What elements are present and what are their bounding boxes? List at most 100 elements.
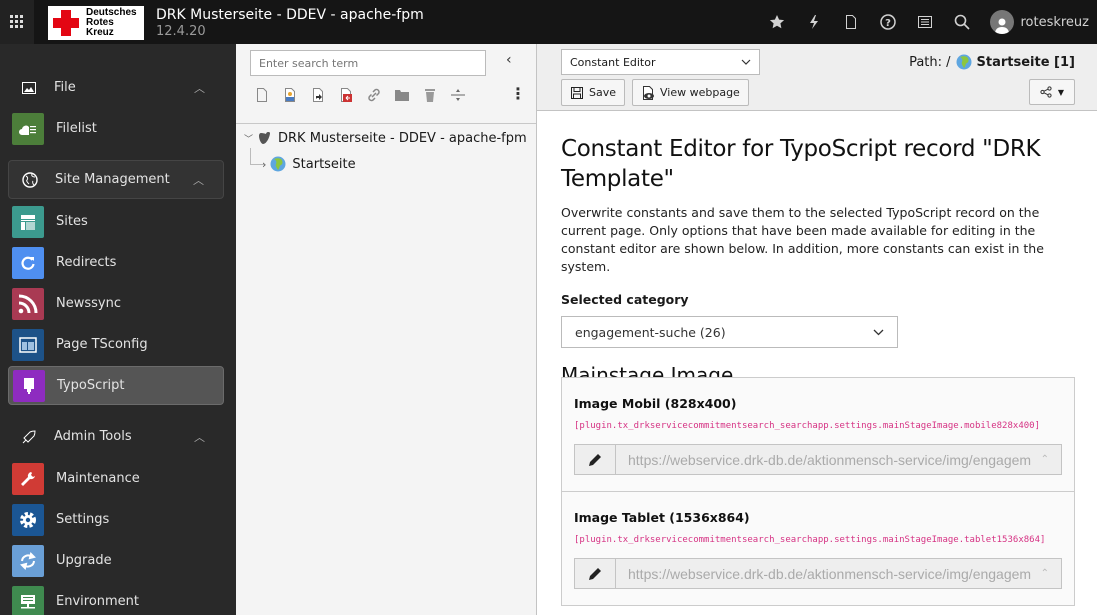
edit-toggle-button[interactable] bbox=[575, 445, 616, 474]
constants-panel: Image Mobil (828x400) [plugin.tx_drkserv… bbox=[561, 377, 1075, 606]
tree-search-input[interactable] bbox=[250, 50, 486, 76]
chevron-up-icon: ︿ bbox=[193, 173, 204, 187]
user-menu[interactable]: roteskreuz bbox=[980, 10, 1097, 34]
new-page-button[interactable] bbox=[248, 84, 276, 106]
module-menu-toggle[interactable] bbox=[0, 0, 34, 44]
drk-logo[interactable]: Deutsches Rotes Kreuz bbox=[48, 6, 144, 40]
view-webpage-button[interactable]: View webpage bbox=[632, 79, 749, 106]
page-tree-panel: ‹ ⋮ ﹀ DRK Musterseite - DDEV - apache-fp… bbox=[236, 44, 537, 615]
select-value: Constant Editor bbox=[570, 55, 656, 69]
server-icon bbox=[12, 585, 44, 615]
view-page-icon bbox=[643, 85, 654, 100]
constant-key: [plugin.tx_drkservicecommitmentsearch_se… bbox=[574, 535, 1046, 545]
module-label: Page TSconfig bbox=[56, 337, 148, 352]
link-page-button[interactable] bbox=[360, 84, 388, 106]
breadcrumb: Path: / Startseite [1] bbox=[909, 54, 1075, 70]
divider-button[interactable] bbox=[444, 84, 472, 106]
site-info: DRK Musterseite - DDEV - apache-fpm 12.4… bbox=[156, 7, 424, 39]
star-icon bbox=[769, 15, 785, 29]
group-label: Site Management bbox=[55, 172, 170, 187]
chevron-up-icon: ︿ bbox=[194, 81, 205, 95]
share-button[interactable]: ▼ bbox=[1029, 79, 1075, 105]
chevron-up-icon: ︿ bbox=[194, 430, 205, 444]
search-button[interactable] bbox=[943, 0, 980, 44]
pencil-icon bbox=[589, 567, 601, 580]
globe-page-icon bbox=[270, 156, 286, 172]
layout-icon bbox=[12, 328, 44, 361]
spinner-icon: ⌃ bbox=[1040, 454, 1049, 465]
input-value: https://webservice.drk-db.de/aktionmensc… bbox=[628, 565, 1032, 582]
doc-header: Constant Editor Save View webpage Path: … bbox=[537, 44, 1097, 111]
sidebar-item-page-tsconfig[interactable]: Page TSconfig bbox=[8, 325, 224, 364]
external-link-page-button[interactable] bbox=[332, 84, 360, 106]
constant-input[interactable]: https://webservice.drk-db.de/aktionmensc… bbox=[616, 445, 1061, 474]
edit-toggle-button[interactable] bbox=[575, 559, 616, 588]
user-icon bbox=[995, 18, 1010, 34]
chevron-down-icon: ﹀ bbox=[244, 134, 254, 145]
module-label: Upgrade bbox=[56, 553, 112, 568]
sidebar-item-filelist[interactable]: Filelist bbox=[8, 109, 224, 148]
sidebar-group-admin-tools[interactable]: Admin Tools ︿ bbox=[8, 417, 224, 456]
help-icon: ? bbox=[880, 14, 896, 30]
bolt-icon bbox=[809, 15, 818, 29]
more-options-button[interactable]: ⋮ bbox=[510, 86, 526, 102]
rss-icon bbox=[12, 287, 44, 320]
category-select[interactable]: engagement-suche (26) bbox=[561, 316, 898, 348]
module-label: Environment bbox=[56, 594, 140, 609]
sidebar-group-site-management[interactable]: Site Management ︿ bbox=[8, 160, 224, 199]
site-name: DRK Musterseite - DDEV - apache-fpm bbox=[156, 7, 424, 23]
sidebar-item-environment[interactable]: Environment bbox=[8, 582, 224, 615]
spinner-icon: ⌃ bbox=[1040, 568, 1049, 579]
sidebar-item-sites[interactable]: Sites bbox=[8, 202, 224, 241]
trash-icon bbox=[425, 89, 435, 102]
category-label: Selected category bbox=[561, 292, 689, 307]
bookmarks-button[interactable] bbox=[758, 0, 795, 44]
image-icon bbox=[10, 81, 48, 94]
document-icon bbox=[845, 15, 856, 29]
list-icon bbox=[917, 16, 932, 28]
constant-item: Image Mobil (828x400) [plugin.tx_drkserv… bbox=[562, 378, 1074, 492]
svg-text:?: ? bbox=[885, 18, 891, 29]
constant-field: https://webservice.drk-db.de/aktionmensc… bbox=[574, 444, 1062, 475]
tree-root-node[interactable]: ﹀ DRK Musterseite - DDEV - apache-fpm bbox=[244, 130, 527, 146]
path-page[interactable]: Startseite [1] bbox=[977, 55, 1075, 70]
sidebar-item-redirects[interactable]: Redirects bbox=[8, 243, 224, 282]
folder-button[interactable] bbox=[388, 84, 416, 106]
tree-toolbar bbox=[248, 84, 472, 106]
save-button[interactable]: Save bbox=[561, 79, 626, 106]
collapse-tree-button[interactable]: ‹ bbox=[506, 52, 512, 68]
shortcut-page-button[interactable] bbox=[304, 84, 332, 106]
constant-input[interactable]: https://webservice.drk-db.de/aktionmensc… bbox=[616, 559, 1061, 588]
constant-label: Image Mobil (828x400) bbox=[574, 396, 737, 411]
sidebar-group-file[interactable]: File ︿ bbox=[8, 68, 224, 107]
sidebar-item-newssync[interactable]: Newssync bbox=[8, 284, 224, 323]
constant-item: Image Tablet (1536x864) [plugin.tx_drkse… bbox=[562, 492, 1074, 606]
recycler-button[interactable] bbox=[416, 84, 444, 106]
module-label: Filelist bbox=[56, 121, 97, 136]
system-info-button[interactable] bbox=[906, 0, 943, 44]
new-backend-page-button[interactable] bbox=[276, 84, 304, 106]
logo-line: Kreuz bbox=[86, 27, 114, 38]
opendocs-button[interactable] bbox=[832, 0, 869, 44]
divider-icon bbox=[451, 89, 465, 101]
page-description: Overwrite constants and save them to the… bbox=[561, 205, 1044, 274]
shortcut-page-icon bbox=[313, 88, 323, 102]
sidebar-item-maintenance[interactable]: Maintenance bbox=[8, 459, 224, 498]
clear-cache-button[interactable] bbox=[795, 0, 832, 44]
sidebar-item-typoscript[interactable]: TypoScript bbox=[8, 366, 224, 405]
avatar bbox=[990, 10, 1015, 34]
tree-node-startseite[interactable]: › Startseite bbox=[262, 156, 356, 172]
function-select[interactable]: Constant Editor bbox=[561, 49, 760, 75]
module-label: Sites bbox=[56, 214, 88, 229]
help-button[interactable]: ? bbox=[869, 0, 906, 44]
username: roteskreuz bbox=[1020, 14, 1089, 30]
chevron-right-icon: › bbox=[262, 157, 267, 171]
sidebar-item-settings[interactable]: Settings bbox=[8, 500, 224, 539]
path-label: Path: / bbox=[909, 54, 951, 70]
caret-down-icon: ▼ bbox=[1057, 87, 1065, 97]
input-value: https://webservice.drk-db.de/aktionmensc… bbox=[628, 451, 1032, 468]
backend-user-page-icon bbox=[285, 88, 295, 102]
gear-icon bbox=[12, 503, 44, 536]
content-area: Constant Editor for TypoScript record "D… bbox=[561, 134, 1075, 387]
sidebar-item-upgrade[interactable]: Upgrade bbox=[8, 541, 224, 580]
